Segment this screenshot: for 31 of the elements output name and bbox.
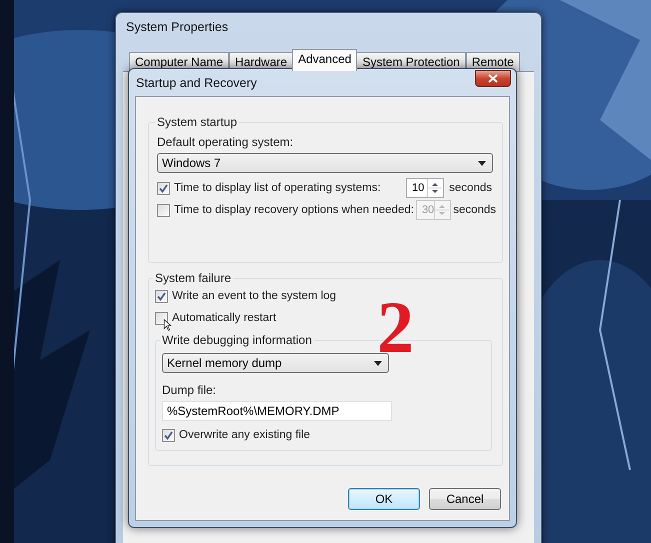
group-heading: System startup [156, 115, 238, 129]
field-label: Default operating system: [157, 135, 294, 149]
group-heading: Write debugging information [161, 333, 313, 347]
checkbox[interactable] [157, 182, 170, 194]
close-button[interactable] [475, 70, 511, 86]
unit-label: seconds [448, 182, 492, 194]
close-icon [488, 74, 498, 82]
number-spinner[interactable]: 10 [406, 178, 444, 198]
cursor-icon [163, 319, 172, 331]
checkbox-label: Overwrite any existing file [179, 429, 310, 441]
caret-icon [478, 160, 486, 166]
checkbox[interactable] [155, 312, 168, 324]
dump-file-field[interactable]: %SystemRoot%\MEMORY.DMP [162, 401, 392, 421]
unit-label: seconds [453, 204, 496, 216]
checkbox-label: Write an event to the system log [172, 290, 336, 302]
dump-type-dropdown[interactable]: Kernel memory dump [162, 353, 389, 373]
checkbox[interactable] [155, 290, 168, 302]
field-label: Dump file: [162, 383, 218, 397]
dialog-button[interactable]: OK [348, 488, 420, 510]
window-title: System Properties [126, 20, 228, 34]
caret-icon [374, 360, 382, 366]
checkbox-label: Time to display list of operating systems: [174, 182, 381, 194]
group-heading: System failure [154, 271, 232, 285]
tab[interactable]: Advanced [292, 49, 358, 71]
dialog-button[interactable]: Cancel [429, 488, 501, 510]
checkbox-label: Automatically restart [172, 312, 276, 324]
os-dropdown[interactable]: Windows 7 [157, 153, 493, 173]
checkbox-label: Time to display recovery options when needed: [174, 204, 414, 216]
step-number: 2 [377, 300, 414, 356]
dialog-title: Startup and Recovery [135, 76, 257, 90]
checkbox[interactable] [162, 428, 175, 442]
